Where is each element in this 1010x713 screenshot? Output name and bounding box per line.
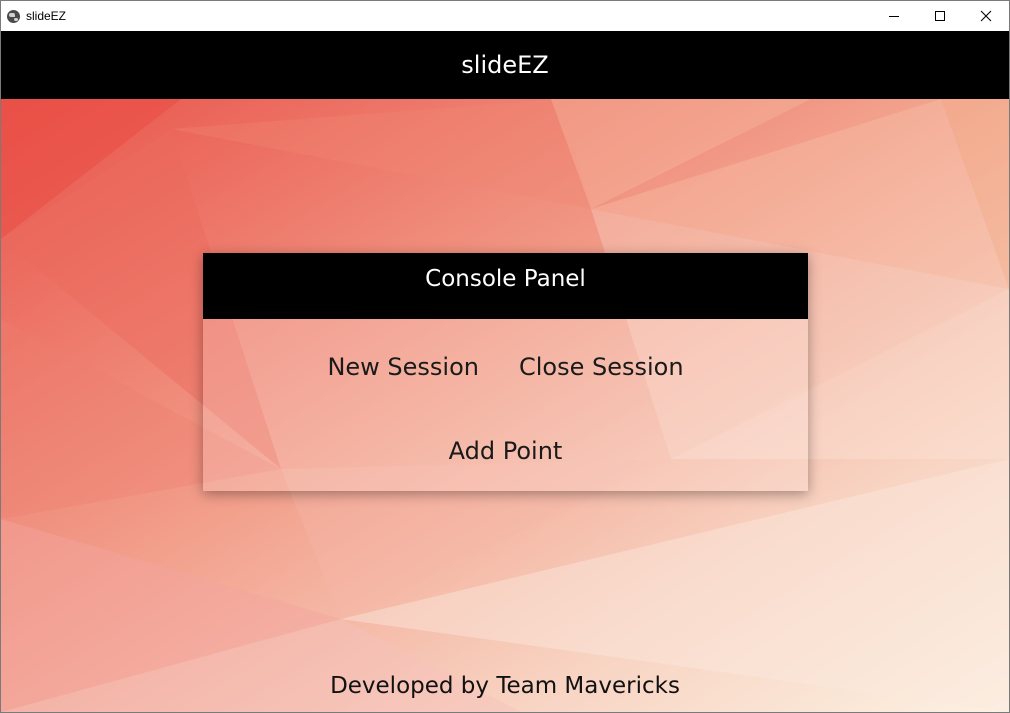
close-icon bbox=[980, 10, 992, 22]
console-panel-header: Console Panel bbox=[203, 253, 808, 319]
footer-credit: Developed by Team Mavericks bbox=[330, 673, 680, 699]
minimize-icon bbox=[889, 16, 899, 17]
console-panel: Console Panel New Session Close Session … bbox=[203, 253, 808, 491]
add-point-button[interactable]: Add Point bbox=[447, 437, 565, 465]
session-buttons-row: New Session Close Session bbox=[203, 353, 808, 381]
app-content: slideEZ Console Panel New Session Close … bbox=[1, 31, 1009, 712]
window-controls bbox=[871, 1, 1009, 31]
maximize-icon bbox=[935, 11, 945, 21]
maximize-button[interactable] bbox=[917, 1, 963, 31]
window-title: slideEZ bbox=[26, 9, 67, 23]
minimize-button[interactable] bbox=[871, 1, 917, 31]
new-session-button[interactable]: New Session bbox=[325, 353, 481, 381]
close-session-button[interactable]: Close Session bbox=[517, 353, 686, 381]
globe-icon bbox=[7, 9, 20, 23]
console-panel-title: Console Panel bbox=[425, 266, 586, 292]
point-buttons-row: Add Point bbox=[203, 437, 808, 465]
close-button[interactable] bbox=[963, 1, 1009, 31]
window-titlebar[interactable]: slideEZ bbox=[1, 1, 1009, 31]
app-window: slideEZ slideEZ Console Panel New Sessio… bbox=[0, 0, 1010, 713]
app-title: slideEZ bbox=[461, 51, 549, 79]
app-header: slideEZ bbox=[1, 31, 1009, 99]
